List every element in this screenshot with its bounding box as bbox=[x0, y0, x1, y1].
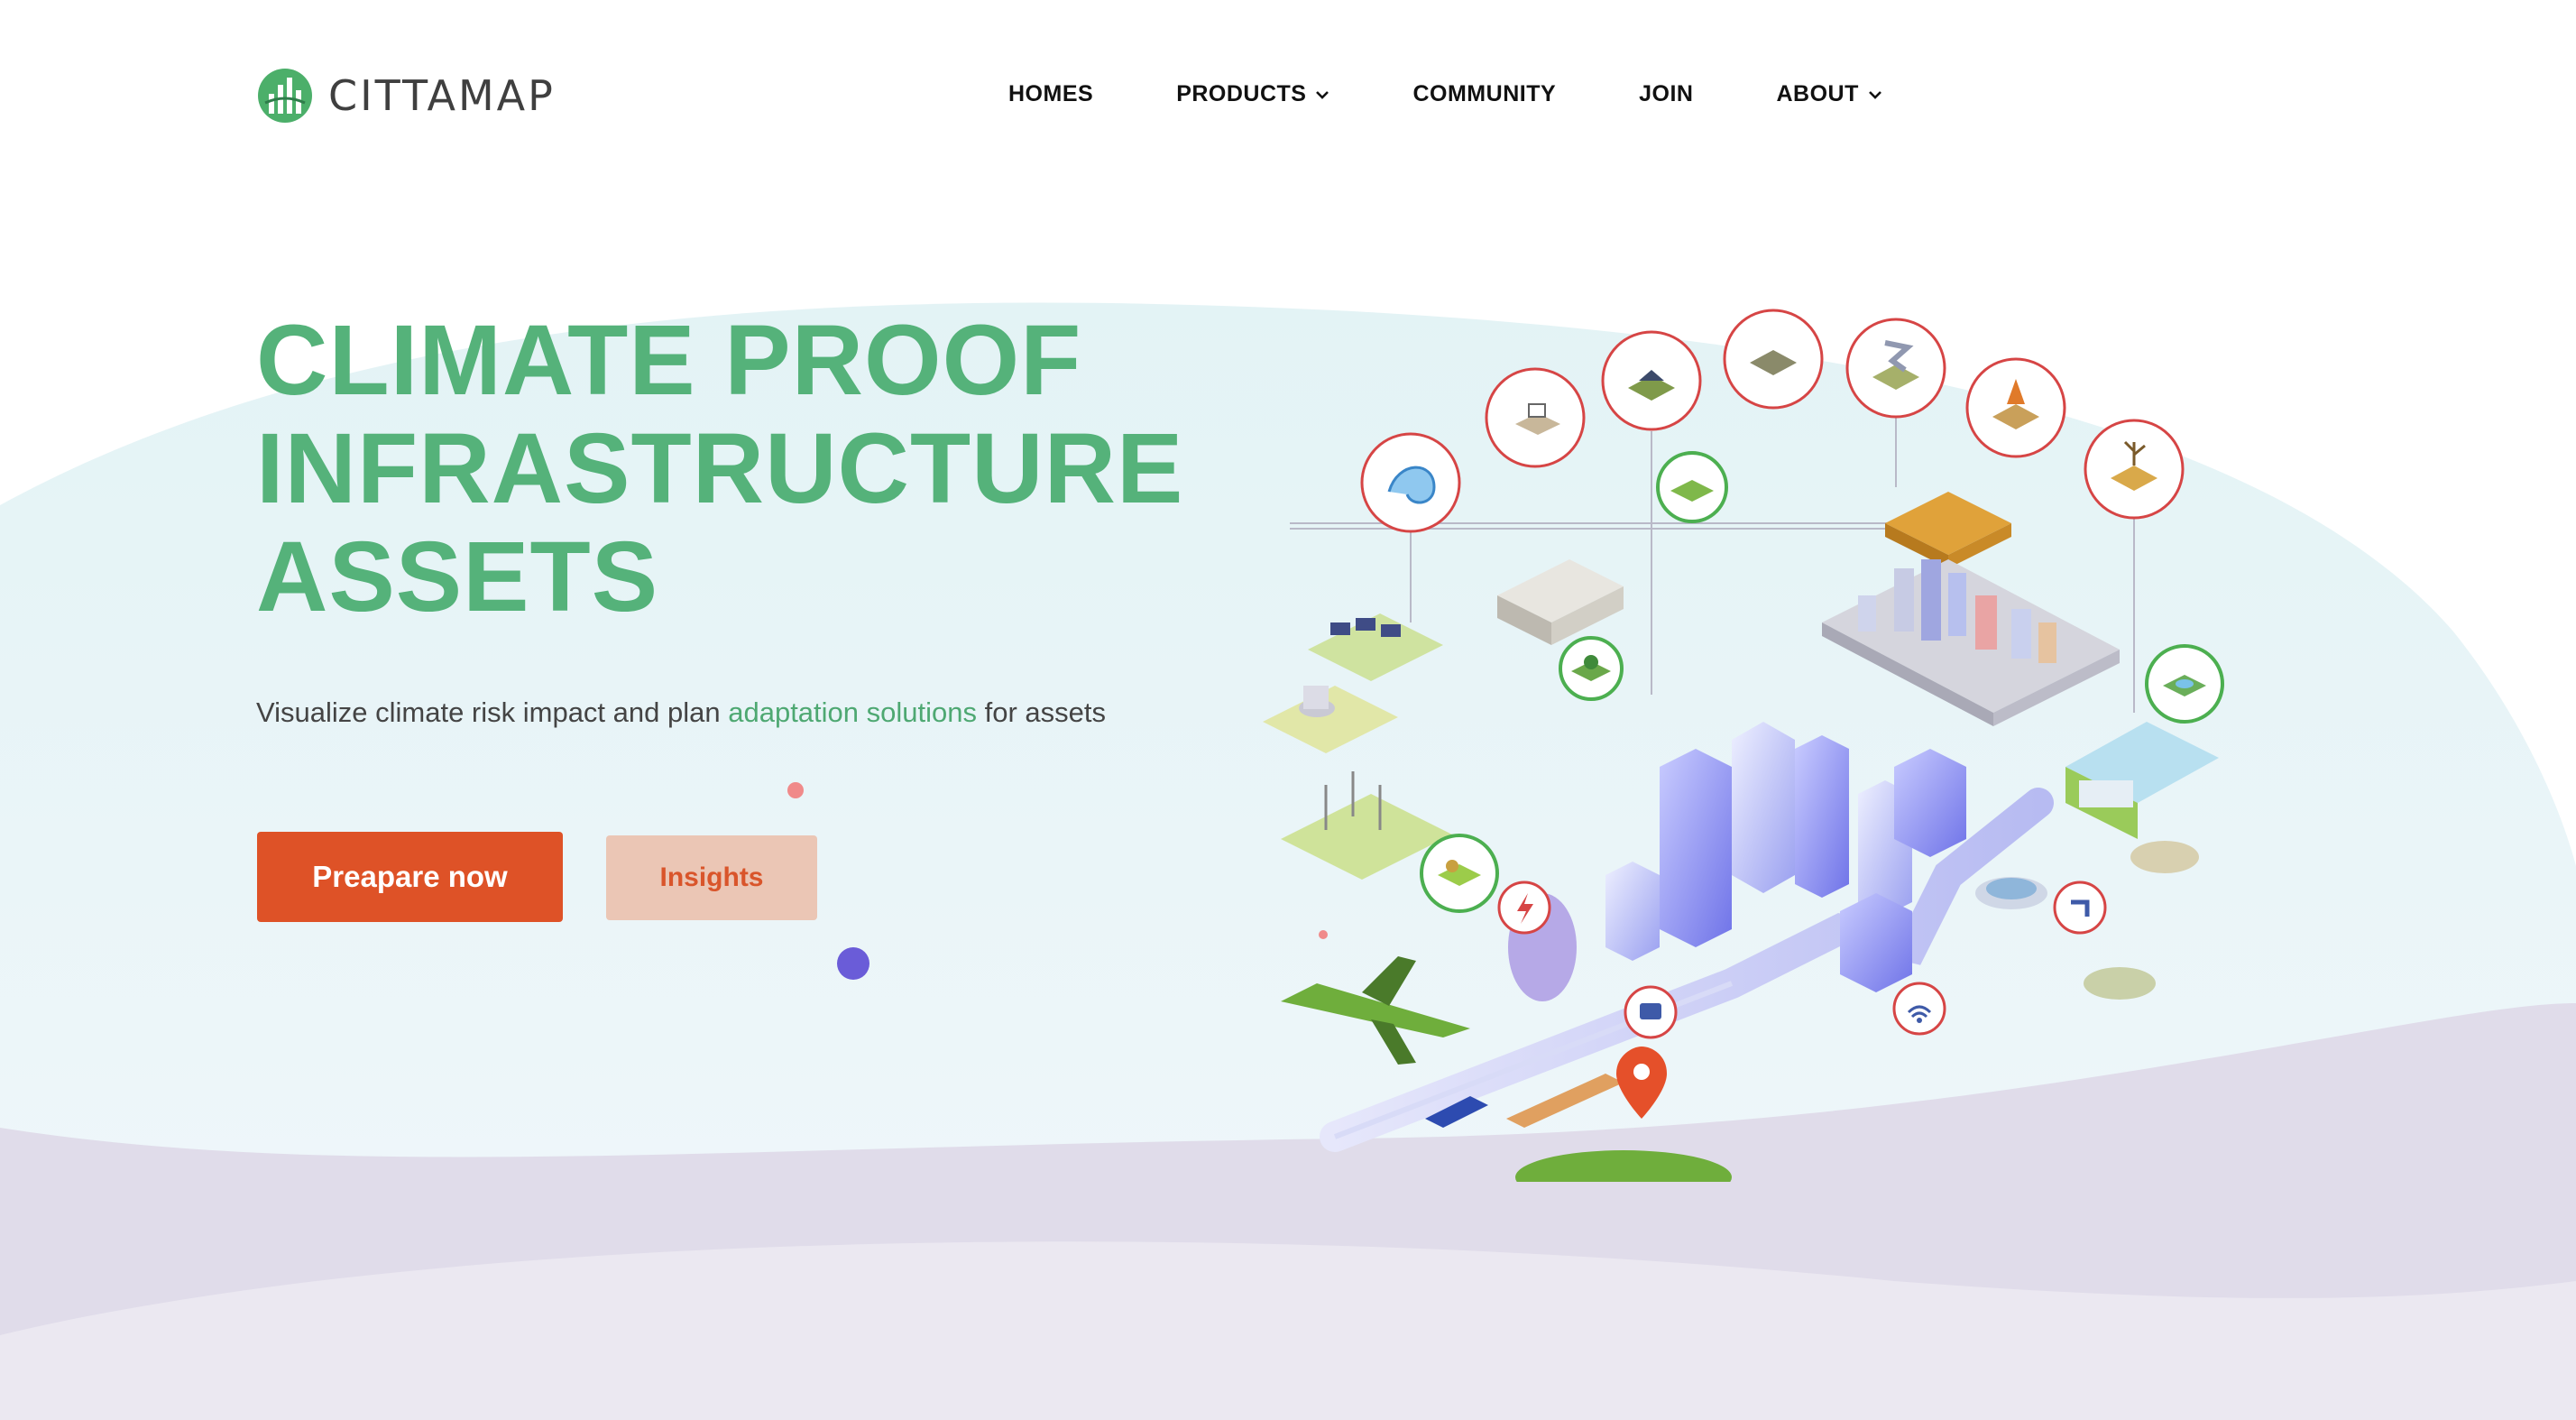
decor-dot bbox=[787, 782, 804, 798]
nav-label: HOMES bbox=[1008, 81, 1094, 106]
climate-city-illustration bbox=[1263, 309, 2224, 1182]
farm-block bbox=[1885, 492, 2011, 568]
hydro-dam bbox=[2065, 722, 2219, 839]
nav-label: JOIN bbox=[1639, 81, 1694, 106]
power-plant bbox=[1263, 686, 1398, 753]
hero-title-line: INFRASTRUCTURE bbox=[256, 413, 1184, 524]
prepare-now-button[interactable]: Preapare now bbox=[257, 832, 563, 922]
nav-item-about[interactable]: ABOUT bbox=[1777, 81, 1882, 107]
wifi-icon bbox=[1892, 982, 1946, 1036]
nav-item-join[interactable]: JOIN bbox=[1639, 81, 1693, 107]
hero-title: CLIMATE PROOF INFRASTRUCTURE ASSETS bbox=[256, 307, 1183, 632]
city-logo-icon bbox=[258, 69, 312, 123]
nav-label: PRODUCTS bbox=[1176, 81, 1307, 106]
airport bbox=[1281, 956, 1470, 1065]
warehouse bbox=[1497, 559, 1624, 645]
main-nav: HOMES PRODUCTS COMMUNITY JOIN ABOUT bbox=[1008, 81, 1882, 107]
hero-title-line: ASSETS bbox=[256, 521, 659, 632]
water-tap-icon bbox=[2053, 881, 2107, 935]
hero-subtitle: Visualize climate risk impact and plan a… bbox=[256, 696, 1106, 729]
chevron-down-icon bbox=[1868, 90, 1881, 99]
nav-label: ABOUT bbox=[1776, 81, 1859, 106]
solar-farm bbox=[1308, 613, 1443, 681]
nav-label: COMMUNITY bbox=[1412, 81, 1557, 106]
decor-dot bbox=[837, 947, 869, 980]
subtitle-highlight-link[interactable]: adaptation solutions bbox=[728, 696, 977, 728]
brand-logo[interactable]: CITTAMAP bbox=[256, 67, 556, 124]
subtitle-text: Visualize climate risk impact and plan bbox=[256, 696, 721, 728]
insights-button[interactable]: Insights bbox=[606, 835, 817, 920]
brand-name: CITTAMAP bbox=[328, 71, 556, 120]
nav-item-community[interactable]: COMMUNITY bbox=[1412, 81, 1556, 107]
nav-item-products[interactable]: PRODUCTS bbox=[1176, 81, 1329, 107]
hero-title-line: CLIMATE PROOF bbox=[256, 305, 1082, 416]
subtitle-text: for assets bbox=[984, 696, 1107, 728]
nav-item-homes[interactable]: HOMES bbox=[1008, 81, 1093, 107]
chevron-down-icon bbox=[1316, 90, 1329, 99]
city-district bbox=[1822, 559, 2120, 726]
location-pin-icon bbox=[1616, 1047, 1667, 1119]
site-header: CITTAMAP HOMES PRODUCTS COMMUNITY JOIN A… bbox=[0, 0, 2576, 198]
